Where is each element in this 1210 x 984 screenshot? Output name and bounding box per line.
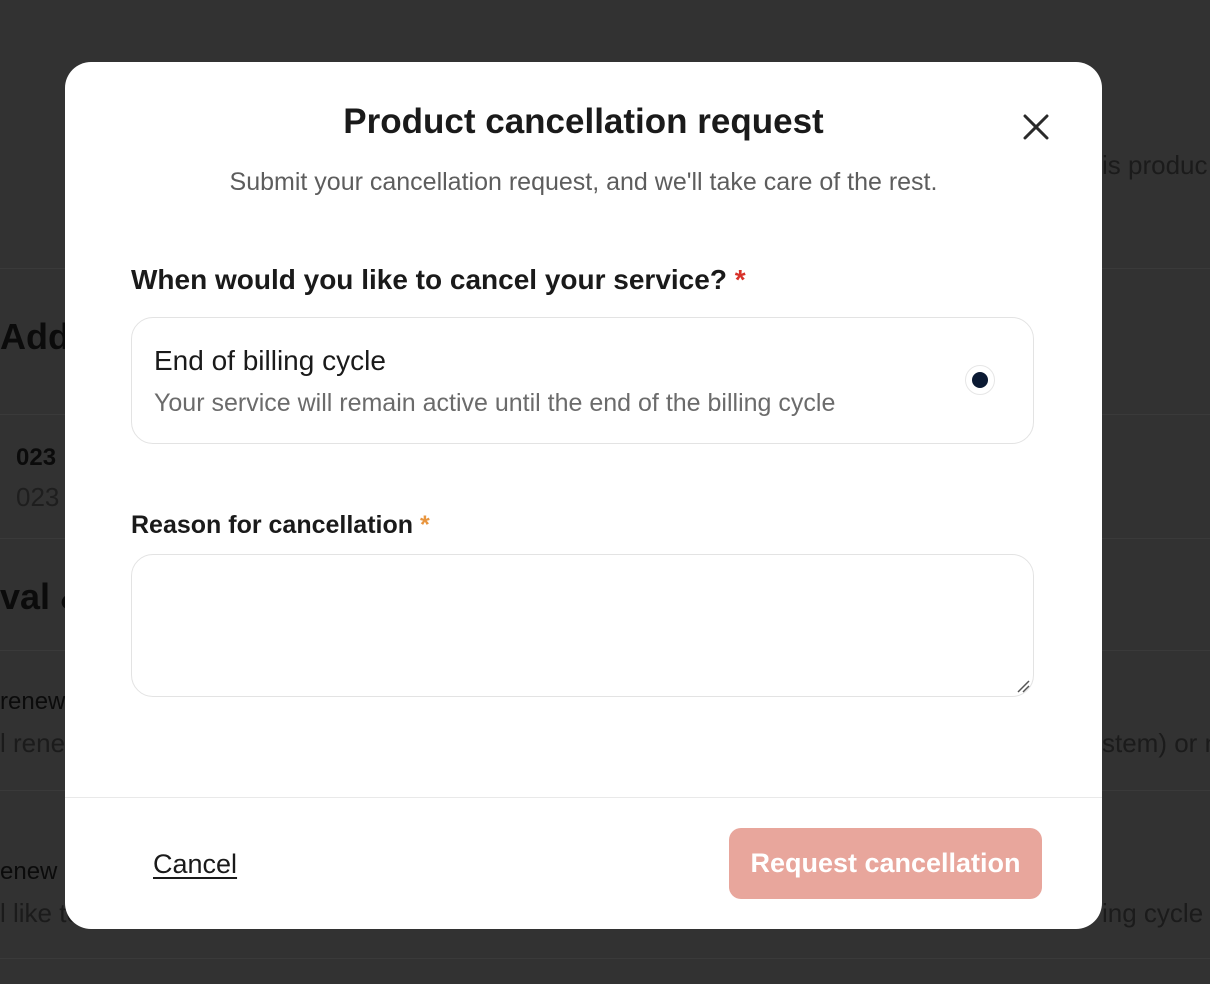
- required-marker: *: [734, 264, 746, 295]
- bg-row-title: enew: [0, 858, 58, 885]
- close-button[interactable]: [1020, 111, 1052, 143]
- cancel-timing-label-text: When would you like to cancel your servi…: [131, 264, 727, 295]
- option-end-of-billing-cycle[interactable]: End of billing cycle Your service will r…: [131, 317, 1034, 444]
- resize-handle-icon[interactable]: [1015, 678, 1031, 694]
- bg-text: ing cycle: [1102, 898, 1204, 928]
- cancel-timing-label: When would you like to cancel your servi…: [131, 261, 746, 299]
- modal-title: Product cancellation request: [343, 102, 824, 141]
- reason-label-text: Reason for cancellation: [131, 511, 414, 539]
- reason-label: Reason for cancellation *: [131, 507, 430, 543]
- footer-divider: [65, 797, 1102, 798]
- bg-row-title: renew: [0, 688, 66, 715]
- radio-selected-dot: [972, 372, 988, 388]
- bg-text: is produc: [1102, 150, 1208, 180]
- required-marker: *: [419, 511, 430, 539]
- option-radio[interactable]: [965, 365, 995, 395]
- modal-subtitle: Submit your cancellation request, and we…: [229, 168, 938, 196]
- bg-text: stem) or n: [1102, 728, 1210, 758]
- cancellation-modal: Product cancellation request Submit your…: [65, 62, 1102, 929]
- reason-textarea-wrapper: [131, 554, 1034, 697]
- close-icon: [1023, 114, 1049, 140]
- reason-textarea[interactable]: [132, 555, 1033, 696]
- cancel-button[interactable]: Cancel: [153, 846, 237, 882]
- option-title: End of billing cycle: [154, 345, 386, 376]
- option-description: Your service will remain active until th…: [154, 389, 836, 417]
- bg-row-sub: 023: [16, 482, 60, 512]
- bg-heading: Add: [0, 316, 70, 357]
- bg-row-title: 023: [16, 444, 57, 471]
- request-cancellation-button[interactable]: Request cancellation: [729, 828, 1042, 899]
